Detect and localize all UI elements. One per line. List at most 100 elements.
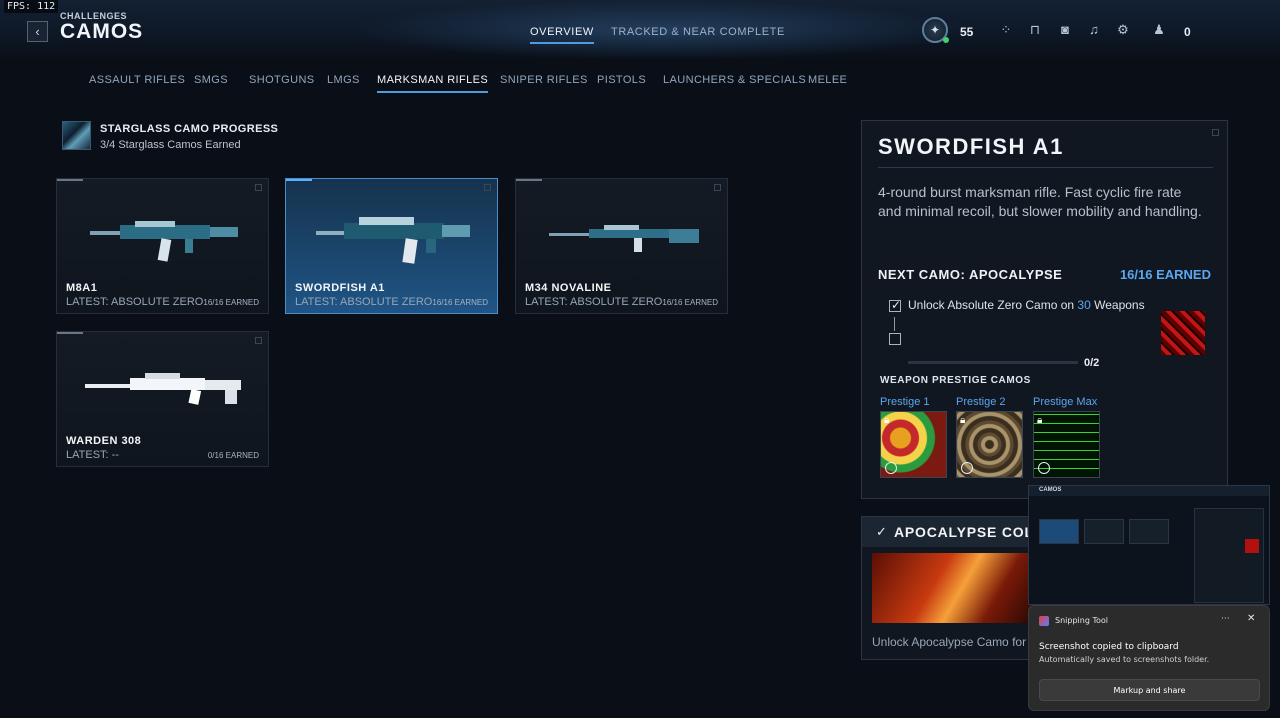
toast-heading: Screenshot copied to clipboard <box>1039 642 1179 652</box>
tab-sniper-rifles[interactable]: SNIPER RIFLES <box>500 74 588 86</box>
weapon-name: M34 NOVALINE <box>525 282 612 294</box>
detail-weapon-description: 4-round burst marksman rifle. Fast cycli… <box>878 184 1202 219</box>
challenge-checkbox-completed <box>889 298 901 312</box>
close-icon[interactable]: ✕ <box>1247 613 1255 624</box>
detail-weapon-title: SWORDFISH A1 <box>878 134 1064 159</box>
preview-camo <box>1245 539 1259 553</box>
m8a1-rifle-image <box>90 221 238 262</box>
tab-shotguns[interactable]: SHOTGUNS <box>249 74 315 86</box>
challenge-text: Unlock Absolute Zero Camo on 30 Weapons <box>908 298 1145 312</box>
fps-counter: FPS: 112 <box>4 0 59 13</box>
weapon-name: M8A1 <box>66 282 98 294</box>
prestige-emblem-icon <box>885 462 897 474</box>
more-options-icon[interactable]: ··· <box>1221 614 1230 624</box>
prestige-2-label: Prestige 2 <box>956 396 1006 408</box>
challenge-progress-label: 0/2 <box>1084 357 1100 369</box>
preview-panel <box>1194 508 1264 603</box>
preview-header <box>1029 486 1269 496</box>
prestige-2-camo-tile[interactable]: 🔒︎ <box>956 411 1023 478</box>
weapon-latest-camo: LATEST: ABSOLUTE ZERO <box>295 296 433 308</box>
prestige-max-camo-tile[interactable]: 🔒︎ <box>1033 411 1100 478</box>
starglass-progress-subtitle: 3/4 Starglass Camos Earned <box>100 139 241 151</box>
tab-lmgs[interactable]: LMGS <box>327 74 360 86</box>
weapon-earned-count: 16/16 EARNED <box>432 298 488 307</box>
prestige-1-label: Prestige 1 <box>880 396 930 408</box>
apocalypse-camo-thumbnail[interactable] <box>1161 311 1205 355</box>
challenge-text-number: 30 <box>1077 298 1091 312</box>
weapon-card-m34-novaline[interactable]: M34 NOVALINE LATEST: ABSOLUTE ZERO 16/16… <box>515 178 728 314</box>
check-icon: ✓ <box>876 524 887 539</box>
panel-corner-icon <box>1212 129 1219 136</box>
card-accent-bar <box>57 179 83 181</box>
challenge-text-suffix: Weapons <box>1090 298 1145 312</box>
prestige-emblem-icon <box>1038 462 1050 474</box>
weapon-name: WARDEN 308 <box>66 435 142 447</box>
weapon-card-warden-308[interactable]: WARDEN 308 LATEST: -- 0/16 EARNED <box>56 331 269 467</box>
challenge-progress-bar <box>908 361 1078 364</box>
preview-card <box>1039 519 1079 544</box>
challenge-checkbox-pending <box>889 333 901 345</box>
weapon-earned-count: 0/16 EARNED <box>207 451 259 460</box>
challenge-connector <box>894 317 895 331</box>
starglass-progress-title: STARGLASS CAMO PROGRESS <box>100 123 279 135</box>
weapon-latest-camo: LATEST: ABSOLUTE ZERO <box>525 296 663 308</box>
bell-icon[interactable]: ♫ <box>1086 22 1102 38</box>
back-icon: ‹ <box>35 24 40 39</box>
card-accent-bar <box>286 179 312 181</box>
prestige-1-camo-tile[interactable]: 🔒︎ <box>880 411 947 478</box>
weapon-name: SWORDFISH A1 <box>295 282 385 294</box>
markup-and-share-button[interactable]: Markup and share <box>1039 679 1260 701</box>
back-button[interactable]: ‹ <box>27 21 48 42</box>
card-accent-bar <box>516 179 542 181</box>
tab-melee[interactable]: MELEE <box>808 74 847 86</box>
grid-icon[interactable]: ⁘ <box>998 22 1014 38</box>
lock-icon: 🔒︎ <box>884 415 890 426</box>
weapon-card-m8a1[interactable]: M8A1 LATEST: ABSOLUTE ZERO 16/16 EARNED <box>56 178 269 314</box>
weapon-earned-count: 16/16 EARNED <box>203 298 259 307</box>
page-title: CAMOS <box>60 20 144 43</box>
card-corner-icon <box>255 184 262 191</box>
tab-marksman-rifles[interactable]: MARKSMAN RIFLES <box>377 74 489 93</box>
next-camo-label: NEXT CAMO: APOCALYPSE <box>878 267 1063 282</box>
camera-icon[interactable]: ◙ <box>1057 22 1073 38</box>
weapon-card-swordfish-a1[interactable]: SWORDFISH A1 LATEST: ABSOLUTE ZERO 16/16… <box>285 178 498 314</box>
tab-tracked-near-complete[interactable]: TRACKED & NEAR COMPLETE <box>611 26 785 38</box>
toast-app-name: Snipping Tool <box>1055 616 1108 625</box>
snipping-preview-thumbnail[interactable]: CAMOS <box>1028 485 1270 605</box>
starglass-camo-icon <box>62 121 91 150</box>
m34-novaline-rifle-image <box>549 225 699 252</box>
weapon-latest-camo: LATEST: -- <box>66 449 119 461</box>
online-status-dot <box>943 37 949 43</box>
tab-smgs[interactable]: SMGS <box>194 74 228 86</box>
tab-assault-rifles[interactable]: ASSAULT RIFLES <box>89 74 185 86</box>
rank-value: 55 <box>960 25 974 39</box>
collection-subtitle: Unlock Apocalypse Camo for any <box>872 635 1049 649</box>
card-corner-icon <box>484 184 491 191</box>
weapon-earned-count: 16/16 EARNED <box>662 298 718 307</box>
snipping-tool-notification[interactable]: Snipping Tool ··· ✕ Screenshot copied to… <box>1028 605 1270 711</box>
toast-body: Automatically saved to screenshots folde… <box>1039 655 1210 664</box>
collection-artwork <box>872 553 1032 623</box>
weapon-detail-panel: SWORDFISH A1 4-round burst marksman rifl… <box>861 120 1228 499</box>
warden-308-rifle-image <box>85 373 241 405</box>
tab-launchers-specials[interactable]: LAUNCHERS & SPECIALS <box>663 74 806 86</box>
prestige-max-label: Prestige Max <box>1033 396 1098 408</box>
divider <box>878 167 1213 168</box>
tab-pistols[interactable]: PISTOLS <box>597 74 646 86</box>
weapon-latest-camo: LATEST: ABSOLUTE ZERO <box>66 296 204 308</box>
prestige-emblem-icon <box>961 462 973 474</box>
lock-icon[interactable]: ⊓ <box>1027 22 1043 38</box>
prestige-heading: WEAPON PRESTIGE CAMOS <box>880 375 1031 386</box>
preview-card <box>1084 519 1124 544</box>
swordfish-rifle-image <box>316 217 470 264</box>
preview-title: CAMOS <box>1039 487 1062 493</box>
preview-card <box>1129 519 1169 544</box>
tab-overview[interactable]: OVERVIEW <box>530 26 594 44</box>
card-corner-icon <box>255 337 262 344</box>
party-count: 0 <box>1184 25 1191 39</box>
snipping-tool-icon <box>1039 616 1049 626</box>
party-icon[interactable]: ♟ <box>1151 22 1167 38</box>
challenge-text-prefix: Unlock Absolute Zero Camo on <box>908 298 1078 312</box>
gear-icon[interactable]: ⚙ <box>1115 22 1131 38</box>
lock-icon: 🔒︎ <box>1037 415 1043 426</box>
